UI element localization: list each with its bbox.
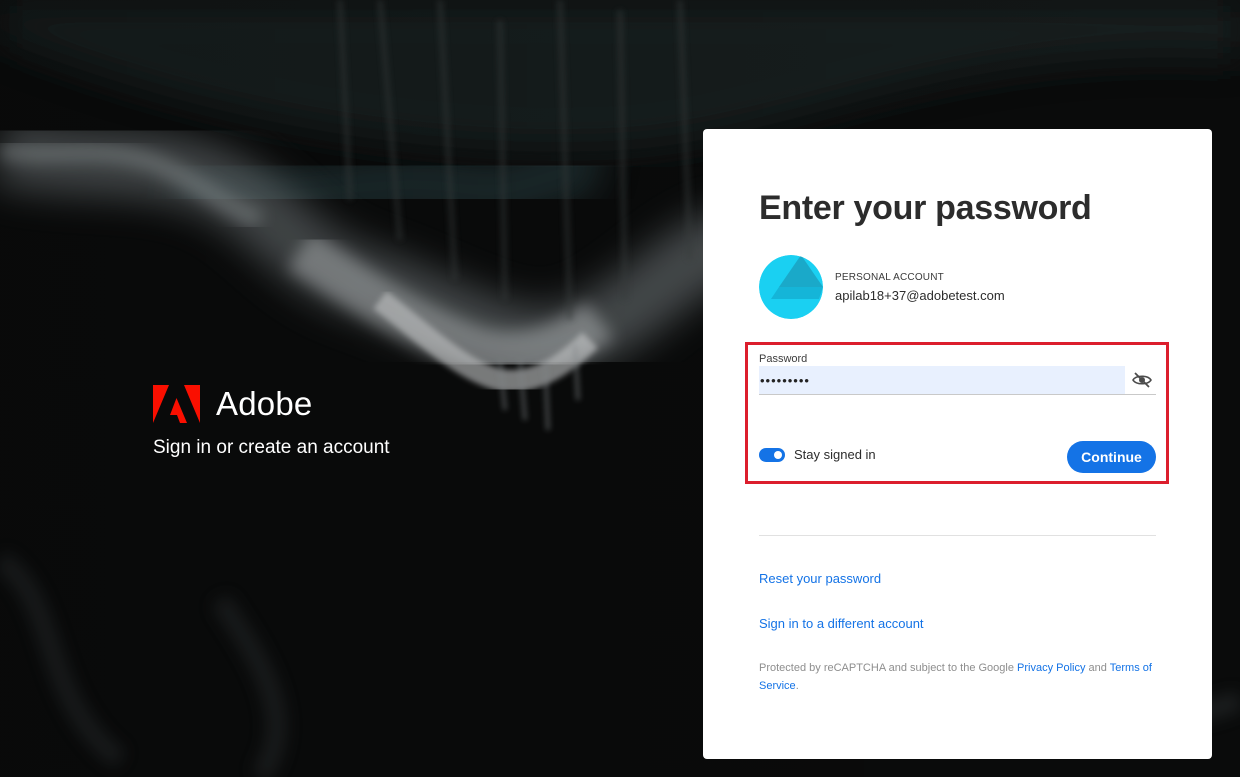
stay-signed-in-toggle[interactable]: Stay signed in [759, 447, 876, 462]
toggle-knob [774, 450, 782, 459]
stay-signed-in-label: Stay signed in [794, 447, 876, 462]
reset-password-link[interactable]: Reset your password [759, 571, 881, 586]
account-summary: PERSONAL ACCOUNT apilab18+37@adobetest.c… [759, 255, 1005, 319]
eye-slash-icon[interactable] [1132, 371, 1152, 389]
account-type-label: PERSONAL ACCOUNT [835, 271, 944, 283]
divider [759, 535, 1156, 536]
brand-block: Adobe Sign in or create an account [153, 385, 390, 459]
legal-and: and [1085, 662, 1110, 674]
brand-name: Adobe [216, 385, 313, 422]
adobe-logo-icon [153, 385, 200, 423]
brand-tagline: Sign in or create an account [153, 437, 390, 458]
password-label: Password [759, 353, 808, 365]
legal-prefix: Protected by reCAPTCHA and subject to th… [759, 662, 1018, 674]
password-field-wrapper [759, 366, 1156, 395]
sign-in-card: Enter your password PERSONAL ACCOUNT api… [703, 129, 1212, 759]
toggle-switch[interactable] [759, 447, 785, 462]
account-email: apilab18+37@adobetest.com [835, 287, 1005, 303]
recaptcha-notice: Protected by reCAPTCHA and subject to th… [759, 659, 1156, 695]
legal-suffix: . [795, 680, 799, 692]
password-input[interactable] [759, 366, 1125, 394]
different-account-link[interactable]: Sign in to a different account [759, 616, 924, 631]
continue-button[interactable]: Continue [1067, 441, 1156, 473]
avatar [759, 255, 823, 319]
privacy-policy-link[interactable]: Privacy Policy [1017, 662, 1085, 674]
page-title: Enter your password [759, 189, 1092, 227]
